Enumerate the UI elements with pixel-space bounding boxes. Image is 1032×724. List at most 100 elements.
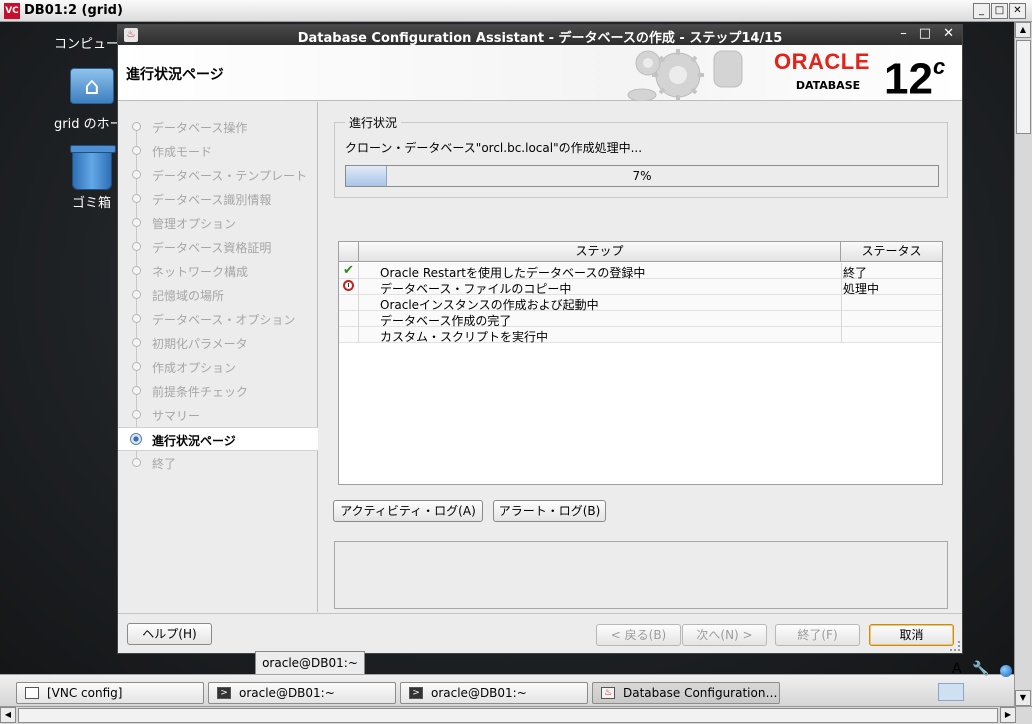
nav-step-dot-icon bbox=[132, 242, 141, 251]
nav-step-db-template[interactable]: データベース・テンプレート bbox=[118, 163, 318, 187]
progress-bar: 7% bbox=[345, 165, 939, 187]
finish-button[interactable]: 終了(F) bbox=[775, 624, 860, 646]
nav-step-storage-location[interactable]: 記憶域の場所 bbox=[118, 283, 318, 307]
nav-step-db-credentials[interactable]: データベース資格証明 bbox=[118, 235, 318, 259]
desktop-icon-home-label[interactable]: grid のホー bbox=[54, 113, 123, 132]
row-status-icon-cell: ✔ bbox=[339, 263, 359, 279]
page-title: 進行状況ページ bbox=[126, 67, 224, 83]
row-status-icon-cell bbox=[339, 295, 359, 311]
horizontal-scroll-thumb[interactable] bbox=[18, 708, 998, 723]
scroll-right-icon[interactable]: ▶ bbox=[1000, 707, 1016, 723]
nav-step-dot-icon bbox=[132, 266, 141, 275]
nav-step-dot-icon bbox=[132, 194, 141, 203]
nav-step-db-options[interactable]: データベース・オプション bbox=[118, 307, 318, 331]
back-button[interactable]: < 戻る(B) bbox=[596, 624, 681, 646]
nav-step-creation-options[interactable]: 作成オプション bbox=[118, 355, 318, 379]
trash-icon[interactable] bbox=[70, 145, 116, 190]
java-icon: ♨ bbox=[601, 687, 615, 699]
steps-table: ステップ ステータス ✔ Oracle Restartを使用したデータベースの登… bbox=[338, 241, 943, 485]
cancel-button[interactable]: 取消 bbox=[869, 624, 954, 646]
table-row[interactable]: ✔ Oracle Restartを使用したデータベースの登録中 終了 bbox=[339, 263, 942, 280]
horizontal-scrollbar[interactable]: ◀ ▶ bbox=[0, 706, 1032, 724]
nav-step-label: 作成オプション bbox=[152, 361, 237, 375]
nav-step-init-params[interactable]: 初期化パラメータ bbox=[118, 331, 318, 355]
taskbar: [VNC config] > oracle@DB01:~ > oracle@DB… bbox=[0, 661, 1014, 706]
oracle-wordmark: ORACLE bbox=[774, 49, 870, 74]
scroll-down-icon[interactable]: ▼ bbox=[1015, 690, 1031, 706]
alert-log-button[interactable]: アラート・ログ(B) bbox=[493, 500, 606, 522]
steps-table-header: ステップ ステータス bbox=[339, 242, 942, 262]
nav-step-label: ネットワーク構成 bbox=[152, 265, 249, 279]
nav-step-db-identification[interactable]: データベース識別情報 bbox=[118, 187, 318, 211]
nav-step-label: 前提条件チェック bbox=[152, 385, 249, 399]
help-button[interactable]: ヘルプ(H) bbox=[127, 623, 212, 645]
nav-step-dot-icon bbox=[132, 362, 141, 371]
dbca-minimize-button[interactable]: – bbox=[900, 26, 907, 41]
nav-step-management-options[interactable]: 管理オプション bbox=[118, 211, 318, 235]
nav-step-label: データベース・オプション bbox=[152, 313, 296, 327]
input-method-indicator[interactable]: A bbox=[952, 661, 962, 677]
wrench-icon[interactable]: 🔧 bbox=[972, 661, 989, 677]
nav-step-dot-icon bbox=[132, 170, 141, 179]
nav-step-label: 記憶域の場所 bbox=[152, 289, 225, 303]
nav-step-db-operation[interactable]: データベース操作 bbox=[118, 115, 318, 139]
nav-step-label: データベース・テンプレート bbox=[152, 169, 308, 183]
taskbar-item-dbca[interactable]: ♨ Database Configuration… bbox=[592, 682, 780, 704]
status-column-header[interactable]: ステータス bbox=[841, 242, 942, 262]
progress-status-text: クローン・データベース"orcl.bc.local"の作成処理中... bbox=[345, 141, 643, 155]
vnc-minimize-button[interactable]: _ bbox=[973, 3, 990, 19]
home-folder-icon[interactable] bbox=[70, 68, 114, 104]
column-divider bbox=[841, 311, 842, 327]
dbca-maximize-button[interactable]: □ bbox=[919, 26, 931, 41]
vertical-scroll-thumb[interactable] bbox=[1016, 40, 1031, 134]
nav-step-current-icon bbox=[130, 433, 142, 445]
nav-step-network-config[interactable]: ネットワーク構成 bbox=[118, 259, 318, 283]
taskbar-tooltip: oracle@DB01:~ bbox=[255, 651, 365, 675]
desktop-icon-trash-label[interactable]: ゴミ箱 bbox=[72, 192, 111, 211]
step-navigation: データベース操作 作成モード データベース・テンプレート データベース識別情報 … bbox=[118, 102, 318, 612]
nav-step-creation-mode[interactable]: 作成モード bbox=[118, 139, 318, 163]
progress-group-label: 進行状況 bbox=[345, 114, 402, 131]
activity-log-button[interactable]: アクティビティ・ログ(A) bbox=[333, 500, 483, 522]
nav-step-dot-icon bbox=[132, 386, 141, 395]
nav-step-label: 作成モード bbox=[152, 145, 213, 159]
taskbar-item-terminal-2[interactable]: > oracle@DB01:~ bbox=[400, 682, 588, 704]
terminal-icon: > bbox=[409, 687, 423, 699]
nav-step-label: 終了 bbox=[152, 457, 177, 471]
step-column-header[interactable]: ステップ bbox=[359, 242, 841, 262]
table-row[interactable]: カスタム・スクリプトを実行中 bbox=[339, 327, 942, 344]
vertical-scrollbar[interactable]: ▲ ▼ bbox=[1014, 22, 1032, 706]
check-icon: ✔ bbox=[343, 263, 354, 278]
vnc-close-button[interactable]: ✕ bbox=[1009, 3, 1026, 19]
desktop-icon-computer-label[interactable]: コンピュー bbox=[54, 33, 119, 52]
table-row[interactable]: データベース・ファイルのコピー中 処理中 bbox=[339, 279, 942, 296]
database-wordmark: DATABASE bbox=[795, 79, 861, 92]
vnc-maximize-button[interactable]: □ bbox=[991, 3, 1008, 19]
table-row[interactable]: データベース作成の完了 bbox=[339, 311, 942, 328]
nav-step-dot-icon bbox=[132, 314, 141, 323]
taskbar-item-vnc-config[interactable]: [VNC config] bbox=[16, 682, 204, 704]
scroll-left-icon[interactable]: ◀ bbox=[0, 707, 16, 723]
terminal-icon: > bbox=[217, 687, 231, 699]
nav-step-finish[interactable]: 終了 bbox=[118, 451, 318, 475]
network-status-icon[interactable] bbox=[1000, 665, 1012, 677]
taskbar-item-terminal-1[interactable]: > oracle@DB01:~ bbox=[208, 682, 396, 704]
workspace-switcher[interactable] bbox=[938, 683, 964, 701]
nav-step-dot-icon bbox=[132, 458, 141, 467]
nav-step-summary[interactable]: サマリー bbox=[118, 403, 318, 427]
resize-grip[interactable] bbox=[950, 641, 960, 651]
vnc-window-controls: _ □ ✕ bbox=[973, 3, 1026, 19]
nav-step-prereq-checks[interactable]: 前提条件チェック bbox=[118, 379, 318, 403]
scroll-up-icon[interactable]: ▲ bbox=[1015, 22, 1031, 38]
nav-step-label: データベース識別情報 bbox=[152, 193, 272, 207]
oracle-logo: ORACLE DATABASE bbox=[774, 49, 882, 93]
dbca-close-button[interactable]: ✕ bbox=[943, 26, 954, 41]
column-divider bbox=[841, 327, 842, 343]
nav-step-progress-page[interactable]: 進行状況ページ bbox=[118, 427, 318, 451]
progress-percent-label: 7% bbox=[632, 169, 652, 183]
table-row[interactable]: Oracleインスタンスの作成および起動中 bbox=[339, 295, 942, 312]
row-status-icon-cell bbox=[339, 311, 359, 327]
nav-step-dot-icon bbox=[132, 338, 141, 347]
dbca-titlebar: ♨ Database Configuration Assistant - データ… bbox=[118, 25, 962, 46]
next-button[interactable]: 次へ(N) > bbox=[682, 624, 767, 646]
